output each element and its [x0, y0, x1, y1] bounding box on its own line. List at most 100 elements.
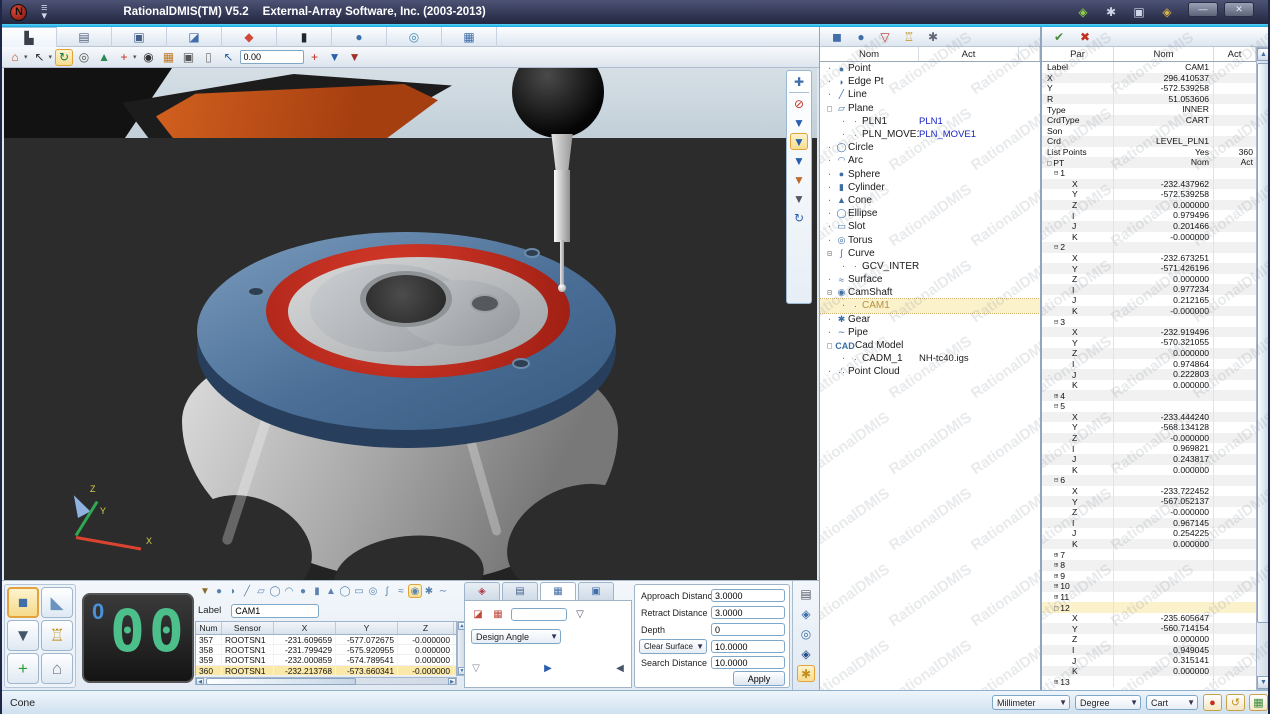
probe-pick-icon[interactable]: ◀ [613, 661, 627, 675]
close-button[interactable]: ✕ [1224, 2, 1254, 17]
scroll-thumb[interactable] [1257, 63, 1270, 623]
point-6-j[interactable]: J0.254225 [1042, 528, 1256, 539]
point-1-x[interactable]: X-232.437962 [1042, 179, 1256, 190]
tree-item-slot[interactable]: ·▭Slot [820, 220, 1040, 233]
tab-window[interactable]: ▣ [130, 29, 148, 46]
point-2-i[interactable]: I0.977234 [1042, 284, 1256, 295]
probe-move-icon[interactable]: ▼ [326, 49, 344, 66]
tab-tools[interactable]: ◪ [185, 29, 203, 46]
line-icon[interactable]: ╱ [240, 584, 254, 598]
point-6-x[interactable]: X-233.722452 [1042, 486, 1256, 497]
tree-guide[interactable]: · [824, 328, 835, 337]
point-checkbox[interactable]: □ [1054, 604, 1058, 612]
shield-icon[interactable]: ◈ [797, 605, 815, 622]
dual-screen-icon[interactable]: ▣ [1130, 3, 1148, 20]
point-1-k[interactable]: K-0.000000 [1042, 232, 1256, 243]
tree-item-gear[interactable]: ·✱Gear [820, 313, 1040, 326]
point-5-x[interactable]: X-233.444240 [1042, 412, 1256, 423]
point-3-j[interactable]: J0.222803 [1042, 369, 1256, 380]
point-group-10[interactable]: ⊞10 [1042, 581, 1256, 592]
pick-mode-icon[interactable]: ↖ [220, 49, 238, 66]
apply-check-icon[interactable]: ✔ [1050, 28, 1068, 45]
probe-view-icon[interactable]: ▲ [95, 49, 113, 66]
tree-checkbox[interactable]: □ [824, 341, 835, 350]
point-expand-toggle[interactable]: ⊞ [1054, 551, 1058, 559]
tree-guide[interactable]: · [824, 156, 835, 165]
point-group-8[interactable]: ⊞8 [1042, 560, 1256, 571]
point-3-x[interactable]: X-232.919496 [1042, 327, 1256, 338]
tree-guide[interactable]: · [824, 209, 835, 218]
screen-tab-tab[interactable]: ▣ [578, 582, 614, 600]
curve-icon[interactable]: ∫ [380, 584, 394, 598]
property-row-y[interactable]: Y-572.539258 [1042, 83, 1256, 94]
tree-guide[interactable]: · [838, 117, 849, 126]
tree-item-camshaft[interactable]: ⊟◉CamShaft [820, 286, 1040, 299]
scroll-left-button[interactable]: ◀ [196, 678, 204, 685]
sensor-tab-icon[interactable]: ◈ [475, 585, 489, 599]
retract-distance-input[interactable] [711, 606, 785, 619]
tree-item-pln1[interactable]: ··PLN1PLN1 [820, 115, 1040, 128]
settings-gear-icon[interactable]: ✱ [797, 665, 815, 682]
search-distance-input[interactable] [711, 656, 785, 669]
probe-cursor-icon[interactable]: ▼ [790, 114, 808, 131]
close-x-icon[interactable]: ✖ [1076, 28, 1094, 45]
tree-guide[interactable]: · [824, 367, 835, 376]
coordinate-button[interactable]: + [7, 653, 39, 684]
3d-viewport[interactable]: Z Y X ✚⊘▼▼▼▼▼↻ [4, 68, 817, 580]
tree-col-nom[interactable]: Nom [820, 47, 919, 61]
tree-item-line[interactable]: ·╱Line [820, 88, 1040, 101]
scroll-down-button[interactable]: ▼ [1257, 676, 1270, 689]
minimize-button[interactable]: — [1188, 2, 1218, 17]
property-row-crdtype[interactable]: CrdTypeCART [1042, 115, 1256, 126]
point-6-y[interactable]: Y-567.052137 [1042, 496, 1256, 507]
unit-select[interactable]: Millimeter▼ [992, 695, 1070, 710]
record-icon[interactable]: ● [1203, 694, 1222, 711]
tree-item-point-cloud[interactable]: ·∴Point Cloud [820, 365, 1040, 378]
probe-status-icon[interactable]: ◈ [1074, 3, 1092, 20]
home-icon-caret[interactable]: ▾ [24, 53, 28, 61]
tree-guide[interactable]: · [824, 90, 835, 99]
tree-collapse-toggle[interactable]: ⊟ [824, 249, 835, 258]
scroll-right-button[interactable]: ▶ [448, 678, 456, 685]
tab-monitor[interactable]: ▦ [460, 29, 478, 46]
camshaft-icon[interactable]: ◉ [408, 584, 422, 598]
tree-item-ellipse[interactable]: ·◯Ellipse [820, 207, 1040, 220]
screen-tab-icon[interactable]: ▣ [589, 585, 603, 599]
tree-item-cad-model[interactable]: □CADCad Model [820, 339, 1040, 352]
tree-item-arc[interactable]: ·◠Arc [820, 154, 1040, 167]
point-6-i[interactable]: I0.967145 [1042, 518, 1256, 529]
point-1-i[interactable]: I0.979496 [1042, 210, 1256, 221]
tab-tools[interactable]: ◪ [167, 27, 222, 47]
delete-icon[interactable]: ▯ [200, 49, 218, 66]
snapshot-icon[interactable]: ▣ [180, 49, 198, 66]
tab-document[interactable]: ▤ [57, 27, 112, 47]
clear-surface-input[interactable] [711, 640, 785, 653]
quick-menu-icon[interactable]: ≡▾ [41, 4, 47, 20]
point-3-y[interactable]: Y-570.321055 [1042, 337, 1256, 348]
point-5-y[interactable]: Y-568.134128 [1042, 422, 1256, 433]
point-group-12[interactable]: □12 [1042, 602, 1256, 613]
table-col-sensor[interactable]: Sensor [222, 622, 274, 634]
props-scrollbar[interactable]: ▲ ▼ [1256, 47, 1270, 690]
torus-icon[interactable]: ◎ [366, 584, 380, 598]
pt-checkbox[interactable]: □ [1047, 159, 1051, 167]
tree-guide[interactable]: · [824, 183, 835, 192]
table-col-z[interactable]: Z [398, 622, 454, 634]
tab-window[interactable]: ▣ [112, 27, 167, 47]
point-expand-toggle[interactable]: ⊞ [1054, 582, 1058, 590]
cylinder-icon[interactable]: ▮ [310, 584, 324, 598]
point-group-9[interactable]: ⊞9 [1042, 571, 1256, 582]
tab-gem[interactable]: ◆ [222, 27, 277, 47]
tree-item-cadm-1[interactable]: ··CADM_1NH-tc40.igs [820, 352, 1040, 365]
point-1-j[interactable]: J0.201466 [1042, 221, 1256, 232]
ellipse-icon[interactable]: ◯ [338, 584, 352, 598]
point-5-i[interactable]: I0.969821 [1042, 443, 1256, 454]
probe-run-icon[interactable]: ▶ [541, 661, 555, 675]
tree-guide[interactable]: · [824, 236, 835, 245]
tree-item-cylinder[interactable]: ·▮Cylinder [820, 181, 1040, 194]
table-hscrollbar[interactable]: ◀ ▶ [195, 677, 457, 685]
surface-icon[interactable]: ≈ [394, 584, 408, 598]
point-expand-toggle[interactable]: ⊟ [1054, 318, 1058, 326]
tree-guide[interactable]: · [824, 170, 835, 179]
tab-document[interactable]: ▤ [75, 29, 93, 46]
